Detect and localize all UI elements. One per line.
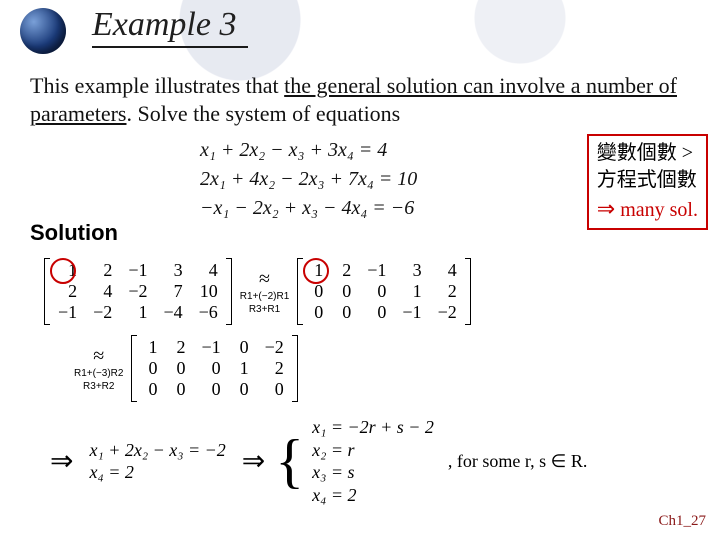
row-equiv-2: ≈ R1+(−3)R2 R3+R2 [70,346,127,392]
annot-line-3-text: many sol. [615,199,698,221]
reduced-eq-2: x₄ = 2 [89,461,225,484]
system-equations: x₁ + 2x₂ − x₃ + 3x₄ = 4 2x₁ + 4x₂ − 2x₃ … [200,136,417,223]
left-brace-icon: { [275,443,306,479]
eq-line-1: x₁ + 2x₂ − x₃ + 3x₄ = 4 [200,136,417,165]
matrix-B: 100 200 −100 31−1 42−2 [297,258,470,325]
annot-line-3: ⇒ many sol. [597,194,698,224]
rowop-2b: R3+R2 [83,381,114,392]
implies-icon: ⇒ [597,196,615,221]
desc-pre: This example illustrates that [30,73,284,98]
matrix-A: 12−1 24−2 −1−21 37−4 410−6 [44,258,232,325]
annot-line-2: 方程式個數 [597,167,698,194]
slide: Example 3 This example illustrates that … [0,0,720,540]
reduced-equations: x₁ + 2x₂ − x₃ = −2 x₄ = 2 [83,439,231,484]
reduction-step-2: ≈ R1+(−3)R2 R3+R2 100 200 −100 010 −220 [40,335,690,402]
annot-line-1: 變數個數 > [597,140,698,167]
row-equiv-1: ≈ R1+(−2)R1 R3+R1 [236,269,293,315]
slide-footer: Ch1_27 [658,513,706,530]
param-eq-1: x₁ = −2r + s − 2 [312,416,434,439]
desc-post: . Solve the system of equations [127,101,401,126]
implies-arrow-1: ⇒ [40,444,83,478]
reduction-step-1: 12−1 24−2 −1−21 37−4 410−6 ≈ R1+(−2)R1 R… [40,258,690,325]
param-eq-2: x₂ = r [312,439,434,462]
eq-line-2: 2x₁ + 4x₂ − 2x₃ + 7x₄ = 10 [200,165,417,194]
solution-heading: Solution [30,220,118,246]
param-eq-3: x₃ = s [312,461,434,484]
rowop-1b: R3+R1 [249,304,280,315]
eq-line-3: −x₁ − 2x₂ + x₃ − 4x₄ = −6 [200,194,417,223]
param-eq-4: x₄ = 2 [312,484,434,507]
for-some-text: , for some r, s ∈ R. [440,451,587,472]
reduced-eq-1: x₁ + 2x₂ − x₃ = −2 [89,439,225,462]
rowop-1a: R1+(−2)R1 [240,291,289,302]
annotation-box: 變數個數 > 方程式個數 ⇒ many sol. [587,134,708,230]
implies-arrow-2: ⇒ [232,444,275,478]
slide-title: Example 3 [92,6,248,48]
matrix-C: 100 200 −100 010 −220 [131,335,297,402]
description: This example illustrates that the genera… [30,72,690,127]
globe-icon [20,8,66,54]
implication-chain: ⇒ x₁ + 2x₂ − x₃ = −2 x₄ = 2 ⇒ { x₁ = −2r… [40,416,690,506]
parametric-solution: x₁ = −2r + s − 2 x₂ = r x₃ = s x₄ = 2 [306,416,440,506]
rowop-2a: R1+(−3)R2 [74,368,123,379]
pivot-circle-A [50,258,76,284]
matrix-work: 12−1 24−2 −1−21 37−4 410−6 ≈ R1+(−2)R1 R… [40,258,690,506]
